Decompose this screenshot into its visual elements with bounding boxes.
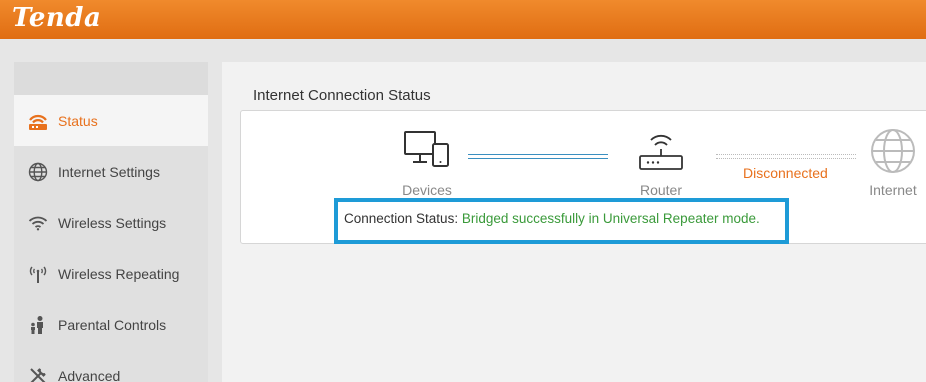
- router-internet-link: [716, 154, 856, 159]
- repeater-icon: [27, 263, 49, 285]
- devices-router-link: [468, 154, 608, 159]
- devices-label: Devices: [402, 182, 452, 198]
- sidebar-item-parental-controls[interactable]: Parental Controls: [14, 299, 208, 350]
- devices-icon: [403, 130, 455, 173]
- sidebar-header: [14, 62, 208, 95]
- sidebar-item-label: Advanced: [58, 367, 121, 382]
- connection-status-text: Connection Status: Bridged successfully …: [344, 211, 760, 226]
- link-status-label: Disconnected: [743, 165, 828, 181]
- sidebar-item-label: Internet Settings: [58, 163, 160, 180]
- router-label: Router: [639, 182, 683, 198]
- wifi-icon: [27, 212, 49, 234]
- connection-status-label: Connection Status:: [344, 211, 459, 226]
- sidebar-item-internet-settings[interactable]: Internet Settings: [14, 146, 208, 197]
- sidebar-item-label: Wireless Settings: [58, 214, 167, 231]
- sidebar-item-wireless-settings[interactable]: Wireless Settings: [14, 197, 208, 248]
- status-icon: [27, 110, 49, 132]
- internet-globe-icon: [869, 127, 917, 180]
- sidebar-nav: Status Internet Settings Wireless Settin…: [14, 62, 208, 382]
- router-icon: [636, 130, 686, 177]
- section-title: Internet Connection Status: [253, 87, 431, 104]
- internet-label: Internet: [869, 182, 917, 198]
- connection-status-value: Bridged successfully in Universal Repeat…: [461, 211, 760, 226]
- sidebar-item-advanced[interactable]: Advanced: [14, 350, 208, 382]
- parental-icon: [27, 314, 49, 336]
- sidebar-item-label: Parental Controls: [58, 316, 167, 333]
- tools-icon: [27, 365, 49, 382]
- sidebar-item-label: Wireless Repeating: [58, 265, 180, 282]
- connection-status-box: Connection Status: Bridged successfully …: [334, 198, 789, 244]
- tenda-logo: Tenda: [12, 3, 102, 33]
- sidebar-item-label: Status: [58, 112, 98, 129]
- sidebar-item-wireless-repeating[interactable]: Wireless Repeating: [14, 248, 208, 299]
- sidebar-item-status[interactable]: Status: [14, 95, 208, 146]
- globe-icon: [27, 161, 49, 183]
- top-header-bar: Tenda: [0, 0, 926, 39]
